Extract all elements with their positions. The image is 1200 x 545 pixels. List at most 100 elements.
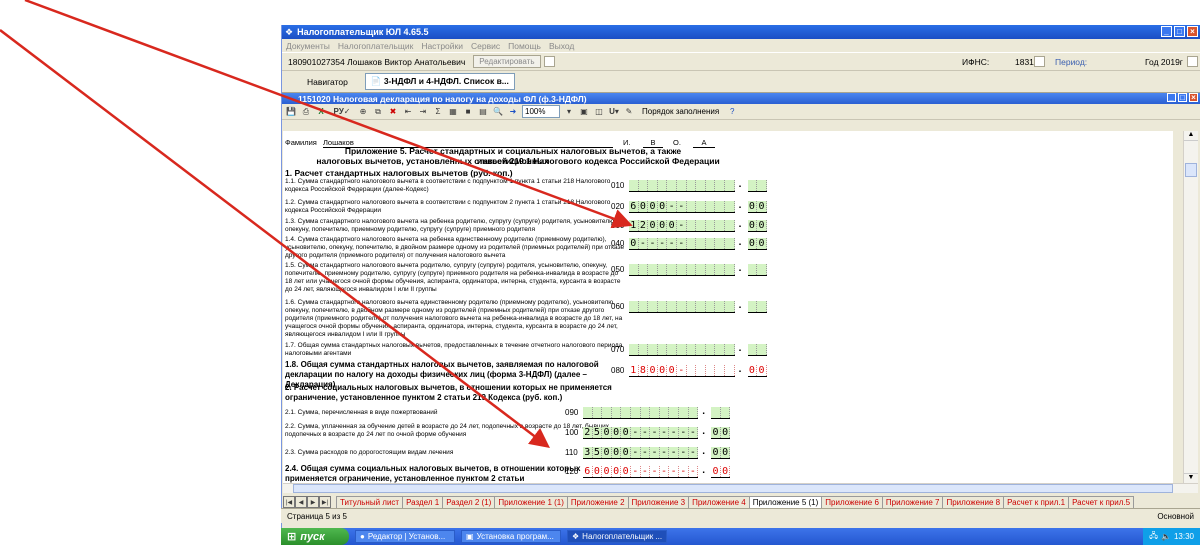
s1-kopecks-030[interactable]: 00 [747,220,767,232]
taskbar: ⊞ пуск ● Редактор | Установ... ▣ Установка … [281,528,1200,545]
window-titlebar[interactable]: ❖ Налогоплательщик ЮЛ 4.65.5 _ □ × [282,25,1200,39]
s1-rubles-070[interactable] [629,344,735,356]
s2-rubles-100[interactable]: 25000------- [583,427,699,439]
digit-cell: - [669,447,679,458]
print-icon[interactable]: ⎙ [300,106,312,118]
sheet-tab-5[interactable]: Приложение 3 [627,496,690,508]
sheet-tab-8[interactable]: Приложение 6 [821,496,883,508]
sheet-tab-1[interactable]: Раздел 1 [402,496,444,508]
maximize-icon[interactable]: □ [1174,26,1185,37]
zoom-select[interactable]: 100% [522,105,560,118]
excel-icon[interactable]: X [315,106,327,118]
task-button-0[interactable]: ● Редактор | Установ... [355,530,455,543]
minimize-icon[interactable]: _ [1161,26,1172,37]
s1-rubles-080[interactable]: 18000- [629,365,735,377]
s2-rubles-110[interactable]: 35000------- [583,447,699,459]
copy-page-icon[interactable]: ⧉ [372,106,384,118]
doc-close-icon[interactable]: × [1189,93,1198,102]
menu-item-5[interactable]: Выход [549,41,574,51]
s2-dot-120: . [702,465,705,476]
menu-item-0[interactable]: Документы [286,41,330,51]
save-icon[interactable]: 💾 [285,106,297,118]
sheet-tab-6[interactable]: Приложение 4 [688,496,750,508]
s1-rubles-030[interactable]: 12000- [629,220,735,232]
close-icon[interactable]: × [1187,26,1198,37]
s1-rubles-010[interactable] [629,180,735,192]
s2-rubles-090[interactable] [583,407,699,419]
digit-cell [657,264,668,275]
ifns-select-button[interactable] [1034,56,1045,67]
s1-kopecks-060[interactable] [747,301,767,313]
sheet-tab-3[interactable]: Приложение 1 (1) [494,496,568,508]
next-sheet-icon[interactable]: ▶ [307,496,319,508]
first-sheet-icon[interactable]: |◀ [283,496,295,508]
sheet-tab-10[interactable]: Приложение 8 [942,496,1005,508]
document-titlebar[interactable]: 1151020 Налоговая декларация по налогу н… [282,93,1200,104]
grid-icon[interactable]: ▦ [447,106,459,118]
hscroll-thumb[interactable] [293,484,1173,493]
scroll-up-icon[interactable]: ▲ [1184,131,1198,141]
s1-rubles-060[interactable] [629,301,735,313]
sheet-tab-0[interactable]: Титульный лист [336,496,404,508]
edit-extra-button[interactable] [543,56,555,67]
edit-button[interactable]: Редактировать [473,55,541,68]
order-label[interactable]: Порядок заполнения [642,107,719,116]
cells-icon[interactable]: ◫ [593,106,605,118]
s1-rubles-020[interactable]: 6000-- [629,201,735,213]
s1-kopecks-080[interactable]: 00 [747,365,767,377]
sheet-tab-2[interactable]: Раздел 2 (1) [442,496,496,508]
add-page-icon[interactable]: ⊕ [357,106,369,118]
s1-kopecks-070[interactable] [747,344,767,356]
block-icon[interactable]: ■ [462,106,474,118]
s2-kopecks-100[interactable]: 00 [711,427,731,439]
list-tab[interactable]: 📄 3-НДФЛ и 4-НДФЛ. Список в... [364,73,515,90]
menu-item-1[interactable]: Налогоплательщик [338,41,413,51]
network-icon[interactable]: 🖧 [1149,530,1158,544]
delete-page-icon[interactable]: ✖ [387,106,399,118]
start-button[interactable]: ⊞ пуск [281,528,349,545]
s2-kopecks-110[interactable]: 00 [711,447,731,459]
prev-sheet-icon[interactable]: ◀ [295,496,307,508]
scroll-down-icon[interactable]: ▼ [1184,473,1198,483]
s1-rubles-050[interactable] [629,264,735,276]
nav-next-icon[interactable]: ⇥ [417,106,429,118]
check-icon[interactable]: PУ✓ [330,106,354,118]
doc-restore-icon[interactable]: □ [1178,93,1187,102]
s2-kopecks-090[interactable] [711,407,731,419]
arrow-right-icon[interactable]: ➜ [507,106,519,118]
help-icon[interactable]: ? [726,106,738,118]
s1-kopecks-010[interactable] [747,180,767,192]
task-button-1[interactable]: ▣ Установка програм... [461,530,561,543]
doc-minimize-icon[interactable]: _ [1167,93,1176,102]
menu-item-4[interactable]: Помощь [508,41,541,51]
find-icon[interactable]: 🔍 [492,106,504,118]
navigator-tab[interactable]: Навигатор [302,75,353,89]
s1-kopecks-020[interactable]: 00 [747,201,767,213]
period-select-button[interactable] [1187,56,1198,67]
sheet-tab-9[interactable]: Приложение 7 [881,496,944,508]
underline-icon[interactable]: U▾ [608,106,620,118]
table-icon[interactable]: ▤ [477,106,489,118]
s1-rubles-040[interactable]: 0----- [629,238,735,250]
sheet-tab-7[interactable]: Приложение 5 (1) [748,496,823,508]
zoom-dropdown-icon[interactable]: ▾ [563,106,575,118]
menu-item-3[interactable]: Сервис [471,41,500,51]
horizontal-scrollbar[interactable] [283,483,1198,493]
volume-icon[interactable]: 🔈 [1161,532,1171,541]
calc-icon[interactable]: Σ [432,106,444,118]
vertical-scrollbar[interactable]: ▲ ▼ [1183,131,1198,483]
s1-kopecks-040[interactable]: 00 [747,238,767,250]
s1-kopecks-050[interactable] [747,264,767,276]
sheet-tab-4[interactable]: Приложение 2 [566,496,629,508]
task-button-2[interactable]: ❖ Налогоплательщик ... [567,530,667,543]
form-icon[interactable]: ▣ [578,106,590,118]
s2-kopecks-120[interactable]: 00 [711,466,731,478]
sheet-tab-11[interactable]: Расчет к прил.1 [1003,496,1070,508]
menu-item-2[interactable]: Настройки [421,41,463,51]
nav-first-icon[interactable]: ⇤ [402,106,414,118]
tools-icon[interactable]: ✎ [623,106,635,118]
s2-rubles-120[interactable]: 60000------- [583,466,699,478]
sheet-tab-12[interactable]: Расчет к прил.5 [1068,496,1135,508]
scroll-thumb[interactable] [1185,163,1197,177]
last-sheet-icon[interactable]: ▶| [319,496,331,508]
